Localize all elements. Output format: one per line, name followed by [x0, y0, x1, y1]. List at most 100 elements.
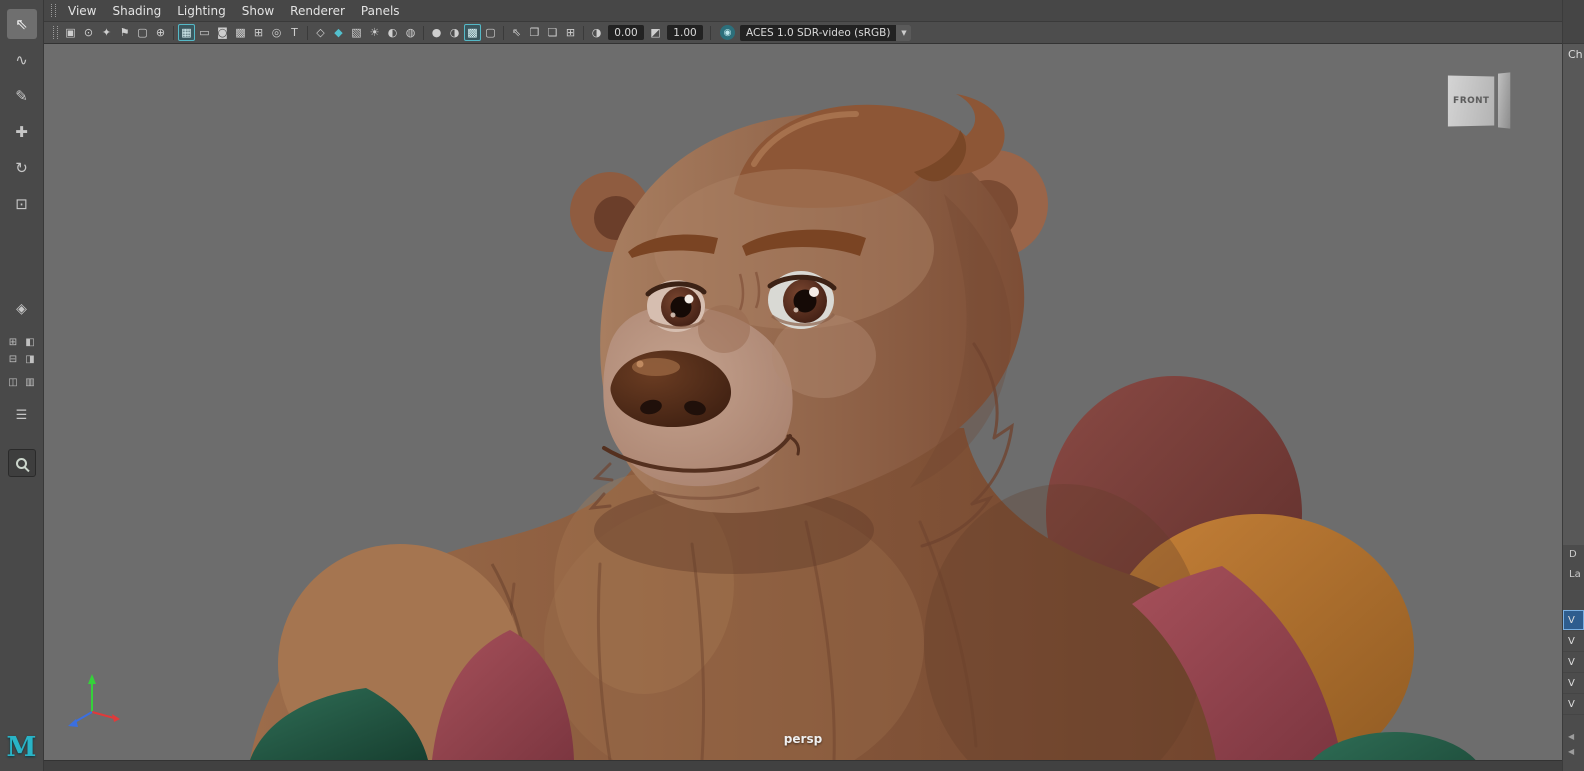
textured-ball-icon[interactable]: ◑: [446, 24, 463, 41]
move-tool[interactable]: ✚: [7, 117, 37, 147]
menu-lighting[interactable]: Lighting: [169, 4, 234, 18]
lights-icon[interactable]: ☀: [366, 24, 383, 41]
layer-visibility-toggle[interactable]: V: [1563, 673, 1584, 694]
toolbar-separator: [583, 25, 584, 40]
view-cube-front-face[interactable]: FRONT: [1447, 75, 1495, 127]
lasso-select-tool[interactable]: ∿: [7, 45, 37, 75]
panel-menus: View Shading Lighting Show Renderer Pane…: [60, 4, 408, 18]
menu-shading[interactable]: Shading: [104, 4, 169, 18]
layer-visibility-toggle[interactable]: V: [1563, 652, 1584, 673]
hypershade-layout[interactable]: ◫: [6, 375, 21, 390]
layer-visibility-toggle[interactable]: V: [1563, 694, 1584, 715]
lock-camera-icon[interactable]: ⊙: [80, 24, 97, 41]
scale-tool[interactable]: ⊡: [7, 189, 37, 219]
exposure-icon[interactable]: ◑: [588, 24, 605, 41]
layout-shortcuts-extra: ◫ ▥: [6, 375, 38, 390]
material-ball-icon[interactable]: ●: [428, 24, 445, 41]
menu-grip-handle[interactable]: [51, 4, 56, 17]
rotate-tool[interactable]: ↻: [7, 153, 37, 183]
paint-select-tool[interactable]: ✎: [7, 81, 37, 111]
channel-box-tab[interactable]: Ch: [1568, 48, 1583, 61]
layer-visible-label: V: [1568, 614, 1575, 626]
bear-left-eye: [645, 280, 707, 332]
layer-visibility-toggle[interactable]: V: [1563, 631, 1584, 652]
textured-icon[interactable]: ▧: [348, 24, 365, 41]
menu-panels[interactable]: Panels: [353, 4, 408, 18]
view-cube-side-face[interactable]: [1498, 72, 1511, 129]
y-axis-arrow: [88, 674, 96, 684]
bookmark-icon[interactable]: ⚑: [116, 24, 133, 41]
viewport-panel: View Shading Lighting Show Renderer Pane…: [44, 0, 1562, 771]
select-highlight-icon[interactable]: ⇖: [508, 24, 525, 41]
select-tool[interactable]: ⇖: [6, 9, 37, 39]
right-panel-edge: M Ch D La V V V V: [1562, 0, 1584, 771]
grid-icon[interactable]: ▦: [178, 24, 195, 41]
select-camera-icon[interactable]: ▣: [62, 24, 79, 41]
safe-action-icon[interactable]: ◎: [268, 24, 285, 41]
toolbar-separator: [173, 25, 174, 40]
persp-graph-layout[interactable]: ◨: [23, 352, 38, 367]
gate-mask-icon[interactable]: ▩: [232, 24, 249, 41]
fullscreen-icon[interactable]: ⊞: [562, 24, 579, 41]
multisample-icon[interactable]: ▩: [464, 24, 481, 41]
view-cube[interactable]: FRONT: [1447, 70, 1514, 130]
panel-scroll-arrow-icon[interactable]: ◀: [1568, 733, 1574, 741]
maya-logo: M: [6, 732, 37, 763]
viewport-toolbar: ▣ ⊙ ✦ ⚑ ▢ ⊕ ▦ ▭ ◙ ▩ ⊞ ◎ T ◇ ◆ ▧ ☀ ◐ ◍ ● ◑ ▩ ▢ ⇖ ❐ ❏ ⊞ ◑ 0.00 ◩…: [44, 22, 1562, 44]
magnifier-icon: [16, 457, 27, 469]
window-edge: [44, 760, 1562, 771]
toolbar-separator: [307, 25, 308, 40]
camera-icon-group: ▣ ⊙ ✦ ⚑ ▢ ⊕: [62, 24, 169, 41]
menu-view[interactable]: View: [60, 4, 104, 18]
resolution-gate-icon[interactable]: ◙: [214, 24, 231, 41]
outliner-layout-button[interactable]: ☰: [7, 400, 37, 430]
persp-outliner-layout[interactable]: ◧: [23, 335, 38, 350]
menu-renderer[interactable]: Renderer: [282, 4, 353, 18]
backface-icon[interactable]: ▢: [482, 24, 499, 41]
panel-scroll-arrow-icon[interactable]: ◀: [1568, 748, 1574, 756]
wireframe-icon[interactable]: ◇: [312, 24, 329, 41]
image-plane-icon[interactable]: ▢: [134, 24, 151, 41]
right-topbar: [1563, 0, 1584, 44]
toolbar-separator: [423, 25, 424, 40]
uv-editor-layout[interactable]: ▥: [23, 375, 38, 390]
layer-visible-label: V: [1568, 677, 1575, 689]
smooth-shade-icon[interactable]: ◆: [330, 24, 347, 41]
safe-title-icon[interactable]: T: [286, 24, 303, 41]
view-transform-icon[interactable]: ◉: [720, 25, 735, 40]
axis-gizmo: [68, 674, 120, 727]
toolbar-grip-handle[interactable]: [53, 26, 58, 39]
search-tool-button[interactable]: [7, 449, 36, 477]
two-pane-layout[interactable]: ⊟: [6, 352, 21, 367]
four-view-layout[interactable]: ⊞: [6, 335, 21, 350]
nose-bridge-shade: [698, 305, 750, 353]
panel-menu-bar: View Shading Lighting Show Renderer Pane…: [44, 0, 1562, 22]
gates-icon-group: ▦ ▭ ◙ ▩ ⊞ ◎ T: [178, 24, 303, 41]
gamma-field[interactable]: 1.00: [667, 25, 703, 40]
field-chart-icon[interactable]: ⊞: [250, 24, 267, 41]
toolbar-separator: [503, 25, 504, 40]
gamma-icon[interactable]: ◩: [647, 24, 664, 41]
occlusion-icon[interactable]: ◍: [402, 24, 419, 41]
x-axis-arrow: [91, 711, 115, 719]
layout-shortcuts: ⊞ ◧ ⊟ ◨: [6, 335, 38, 367]
menu-show[interactable]: Show: [234, 4, 282, 18]
color-space-value: ACES 1.0 SDR-video (sRGB): [746, 26, 891, 39]
chevron-down-icon[interactable]: ▼: [896, 24, 912, 41]
camera-attributes-icon[interactable]: ✦: [98, 24, 115, 41]
shadows-icon[interactable]: ◐: [384, 24, 401, 41]
display-label: D: [1569, 549, 1577, 560]
viewport[interactable]: FRONT persp: [44, 44, 1562, 760]
toolbar-separator: [710, 25, 711, 40]
film-gate-icon[interactable]: ▭: [196, 24, 213, 41]
pan-zoom-icon[interactable]: ⊕: [152, 24, 169, 41]
exposure-field[interactable]: 0.00: [608, 25, 644, 40]
layer-visibility-toggle[interactable]: V: [1563, 610, 1584, 631]
color-space-dropdown[interactable]: ACES 1.0 SDR-video (sRGB) ▼: [740, 24, 912, 41]
layers-label: La: [1569, 569, 1581, 580]
pop-panel-icon[interactable]: ❐: [526, 24, 543, 41]
layer-visible-label: V: [1568, 698, 1575, 710]
single-pane-layout-button[interactable]: ◈: [7, 294, 37, 324]
tear-off-copy-icon[interactable]: ❏: [544, 24, 561, 41]
panel-icon-group: ⇖ ❐ ❏ ⊞: [508, 24, 579, 41]
